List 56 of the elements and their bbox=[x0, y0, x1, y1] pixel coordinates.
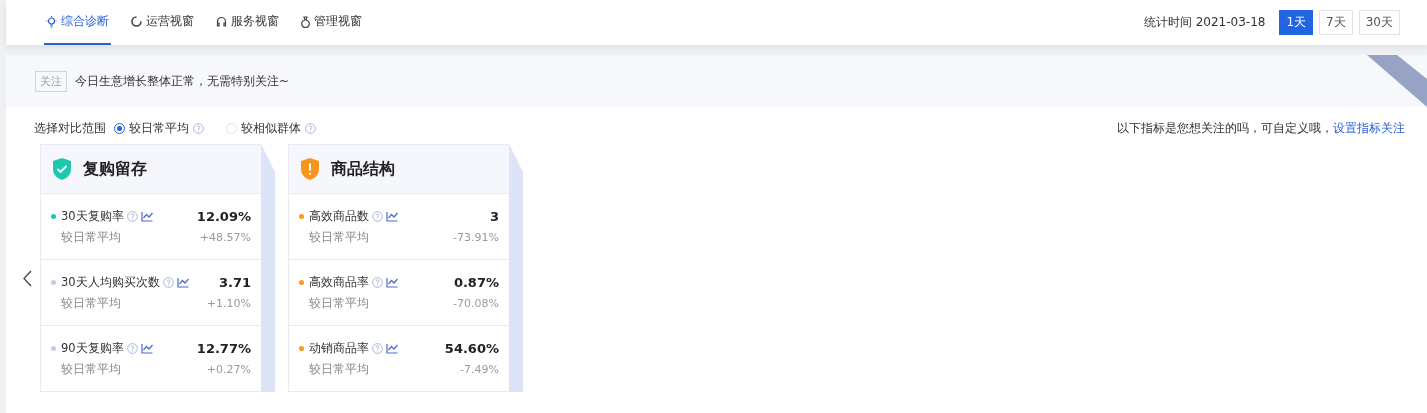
metric-name: 30天人均购买次数 bbox=[61, 274, 160, 290]
metric-change: +0.27% bbox=[206, 362, 251, 376]
metric-value: 3.71 bbox=[218, 274, 251, 290]
notice-tag: 关注 bbox=[35, 70, 67, 92]
metric-value: 54.60% bbox=[444, 340, 499, 356]
nav-tab[interactable]: 运营视窗 bbox=[129, 0, 196, 45]
compare-label: 较日常平均 bbox=[61, 295, 121, 311]
compare-label: 较日常平均 bbox=[61, 229, 121, 245]
help-icon[interactable] bbox=[193, 123, 204, 134]
trend-chart-icon[interactable] bbox=[386, 276, 398, 288]
stat-time: 统计时间 2021-03-18 bbox=[1143, 14, 1266, 31]
bulb-icon bbox=[46, 15, 57, 28]
trend-chart-icon[interactable] bbox=[176, 276, 189, 288]
radio-label[interactable]: 较日常平均 bbox=[129, 121, 189, 136]
period-button[interactable]: 1天 bbox=[1279, 10, 1314, 35]
compare-label: 选择对比范围 bbox=[34, 121, 106, 136]
metric-value: 3 bbox=[489, 208, 499, 224]
trend-chart-icon[interactable] bbox=[140, 342, 153, 354]
corner-ribbon bbox=[1367, 55, 1427, 107]
nav-tab[interactable]: 服务视窗 bbox=[214, 0, 281, 45]
nav-tab[interactable]: 综合诊断 bbox=[44, 0, 111, 45]
trend-chart-icon[interactable] bbox=[386, 342, 398, 354]
metric-change: -7.49% bbox=[460, 362, 499, 376]
nav-tab[interactable]: 管理视窗 bbox=[299, 0, 364, 45]
headset-icon bbox=[216, 16, 227, 27]
metric-name: 动销商品率 bbox=[309, 340, 369, 356]
metric-value: 12.09% bbox=[196, 208, 251, 224]
metric-change: +48.57% bbox=[199, 230, 251, 244]
period-button[interactable]: 7天 bbox=[1319, 10, 1353, 35]
help-icon[interactable] bbox=[305, 123, 316, 134]
compare-label: 较日常平均 bbox=[61, 361, 121, 377]
ring-icon bbox=[131, 16, 142, 27]
compare-label: 较日常平均 bbox=[309, 229, 369, 245]
card-title: 复购留存 bbox=[83, 158, 147, 180]
notice-text: 今日生意增长整体正常，无需特别关注~ bbox=[75, 72, 290, 90]
customize-text: 以下指标是您想关注的吗，可自定义哦， bbox=[1117, 121, 1333, 136]
metric-value: 12.77% bbox=[196, 340, 251, 356]
metric-value: 0.87% bbox=[453, 274, 499, 290]
metric-change: -73.91% bbox=[453, 230, 499, 244]
trend-chart-icon[interactable] bbox=[386, 210, 398, 222]
trend-chart-icon[interactable] bbox=[140, 210, 153, 222]
shield-check-icon bbox=[51, 157, 73, 181]
period-button[interactable]: 30天 bbox=[1358, 10, 1400, 35]
settings-link[interactable]: 设置指标关注 bbox=[1333, 121, 1405, 136]
metric-change: -70.08% bbox=[453, 296, 499, 310]
metric-name: 90天复购率 bbox=[61, 340, 124, 356]
metric-name: 高效商品数 bbox=[309, 208, 369, 224]
metric-name: 30天复购率 bbox=[61, 208, 124, 224]
card-title: 商品结构 bbox=[331, 158, 395, 180]
compare-label: 较日常平均 bbox=[309, 295, 369, 311]
metric-change: +1.10% bbox=[206, 296, 251, 310]
compare-label: 较日常平均 bbox=[309, 361, 369, 377]
metric-name: 高效商品率 bbox=[309, 274, 369, 290]
chevron-left-icon[interactable] bbox=[22, 269, 32, 287]
shield-alert-icon bbox=[299, 157, 321, 181]
radio-label[interactable]: 较相似群体 bbox=[241, 121, 301, 136]
